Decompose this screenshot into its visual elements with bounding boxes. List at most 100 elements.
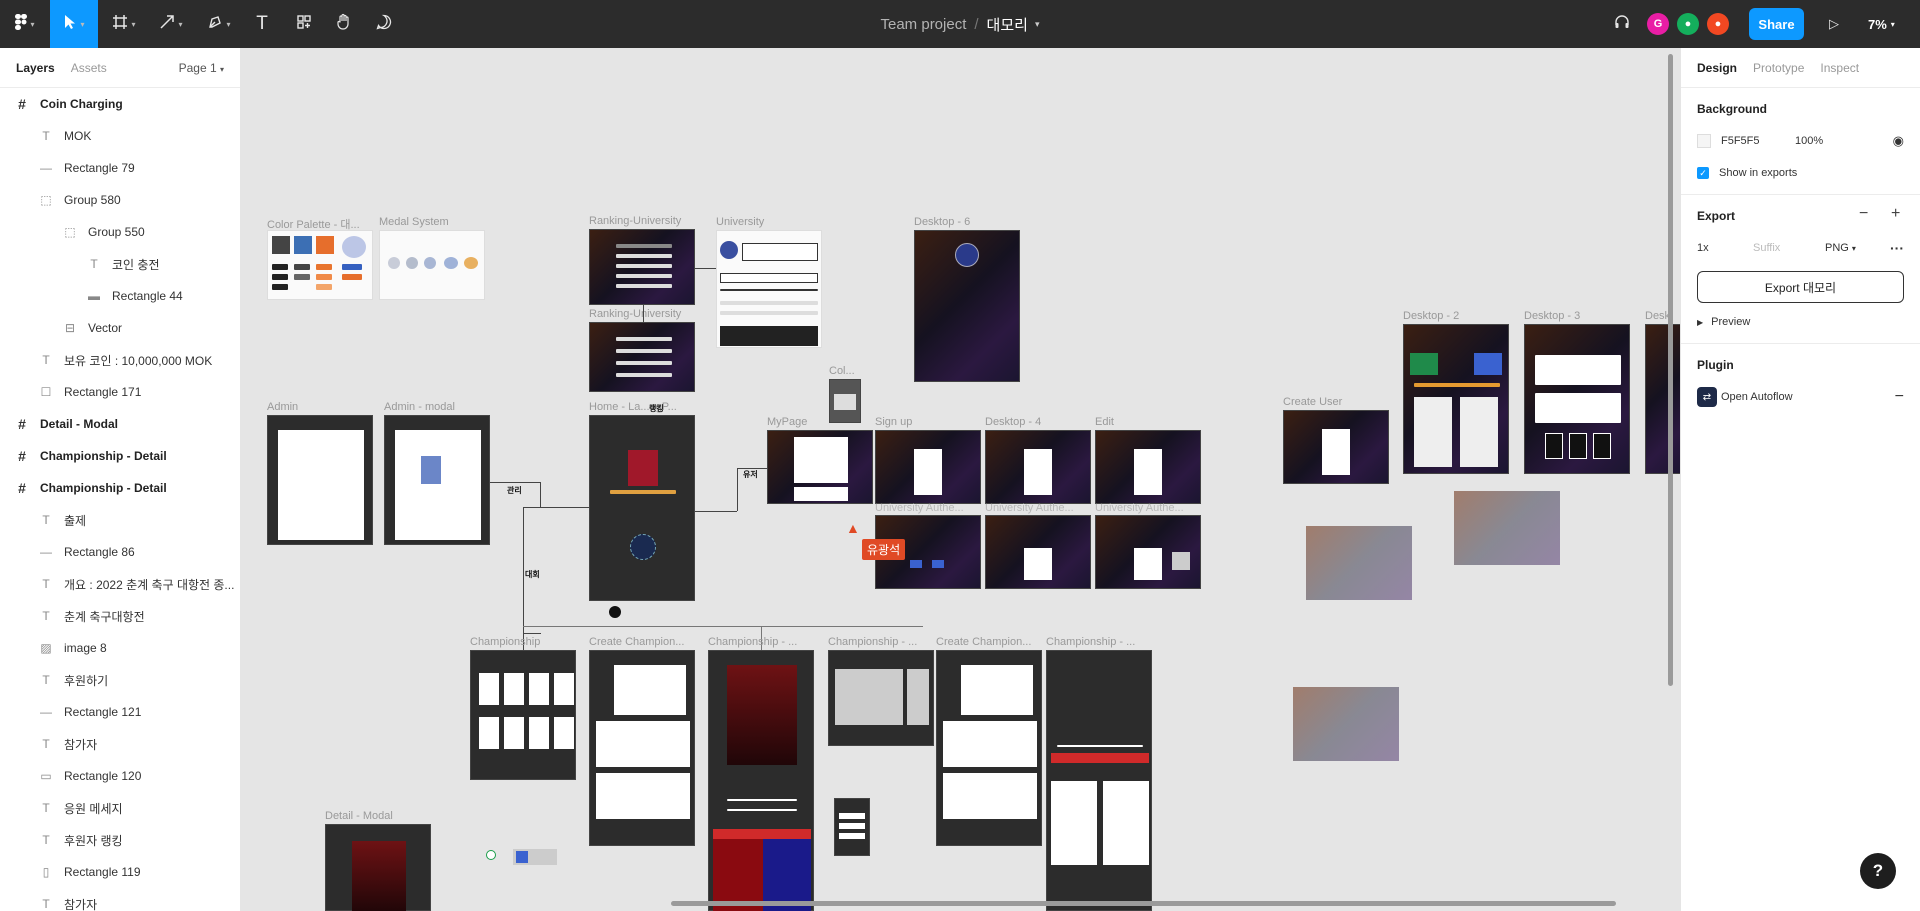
frame-label[interactable]: Medal System bbox=[379, 216, 449, 228]
frame-championship[interactable] bbox=[470, 650, 576, 780]
show-in-exports-checkbox[interactable]: ✓ bbox=[1697, 167, 1709, 179]
frame-ranking-university-2[interactable] bbox=[589, 322, 695, 392]
frame-home-landing[interactable] bbox=[589, 415, 695, 601]
layer-item[interactable]: T 참가자 bbox=[0, 728, 240, 760]
frame-tool-button[interactable]: ▾ bbox=[104, 0, 144, 48]
help-button[interactable]: ? bbox=[1860, 853, 1896, 889]
layer-item[interactable]: ▬ Rectangle 44 bbox=[0, 280, 240, 312]
frame-admin[interactable] bbox=[267, 415, 373, 545]
frame-ranking-university[interactable] bbox=[589, 229, 695, 305]
minus-icon[interactable]: − bbox=[1859, 205, 1868, 223]
frame-label[interactable]: Ranking-University bbox=[589, 215, 681, 227]
layer-item[interactable]: T 후원자 랭킹 bbox=[0, 824, 240, 856]
frame-university-auth-2[interactable] bbox=[985, 515, 1091, 589]
frame-desktop-partial[interactable] bbox=[1645, 324, 1680, 474]
pen-tool-button[interactable]: ▾ bbox=[198, 0, 240, 48]
resources-button[interactable] bbox=[292, 0, 316, 48]
comment-tool-button[interactable] bbox=[372, 0, 396, 48]
frame-label[interactable]: MyPage bbox=[767, 416, 807, 428]
frame-label[interactable]: Desktop - 6 bbox=[914, 216, 970, 228]
frame-label[interactable]: Create Champion... bbox=[936, 636, 1031, 648]
layer-frame-item[interactable]: # Championship - Detail bbox=[0, 472, 240, 504]
layer-frame-item[interactable]: # Coin Charging bbox=[0, 88, 240, 120]
frame-ghost-3[interactable] bbox=[1293, 687, 1399, 761]
frame-label[interactable]: Championship - ... bbox=[1046, 636, 1135, 648]
avatar[interactable]: ● bbox=[1707, 13, 1729, 35]
frame-label[interactable]: Championship bbox=[470, 636, 540, 648]
frame-label[interactable]: Desktop - 3 bbox=[1524, 310, 1580, 322]
frame-edit[interactable] bbox=[1095, 430, 1201, 504]
frame-label[interactable]: Championship - ... bbox=[828, 636, 917, 648]
frame-color-palette[interactable] bbox=[267, 230, 373, 300]
layer-item[interactable]: ☐ Rectangle 171 bbox=[0, 376, 240, 408]
export-scale-select[interactable]: 1x bbox=[1697, 242, 1753, 254]
page-selector[interactable]: Page 1 ▾ bbox=[179, 61, 224, 75]
frame-label[interactable]: Desktop - 2 bbox=[1403, 310, 1459, 322]
tab-layers[interactable]: Layers bbox=[16, 61, 55, 75]
more-options-icon[interactable]: ··· bbox=[1890, 240, 1904, 256]
frame-label[interactable]: Desktop - 4 bbox=[985, 416, 1041, 428]
minus-icon[interactable]: − bbox=[1895, 388, 1904, 406]
frame-label[interactable]: Create Champion... bbox=[589, 636, 684, 648]
frame-ghost-2[interactable] bbox=[1454, 491, 1560, 565]
eye-icon[interactable]: ◉ bbox=[1893, 133, 1904, 149]
frame-admin-modal[interactable] bbox=[384, 415, 490, 545]
frame-label[interactable]: Championship - ... bbox=[708, 636, 797, 648]
share-button[interactable]: Share bbox=[1749, 8, 1804, 40]
chevron-down-icon[interactable]: ▾ bbox=[1035, 19, 1040, 30]
present-button[interactable]: ▷ bbox=[1820, 0, 1848, 48]
project-name[interactable]: Team project bbox=[881, 16, 967, 33]
layer-item[interactable]: ⊟ Vector bbox=[0, 312, 240, 344]
canvas-horizontal-scrollbar[interactable] bbox=[671, 901, 1616, 906]
layer-frame-item[interactable]: # Championship - Detail bbox=[0, 440, 240, 472]
frame-label[interactable]: University Authe... bbox=[875, 502, 964, 514]
move-tool-button[interactable]: ▾ bbox=[50, 0, 98, 48]
frame-sign-up[interactable] bbox=[875, 430, 981, 504]
layer-item[interactable]: ▭ Rectangle 120 bbox=[0, 760, 240, 792]
plus-icon[interactable]: + bbox=[1891, 205, 1900, 223]
zoom-control[interactable]: 7% ▾ bbox=[1868, 0, 1895, 48]
layer-frame-item[interactable]: # Detail - Modal bbox=[0, 408, 240, 440]
frame-label[interactable]: Admin - modal bbox=[384, 401, 455, 413]
frame-university-auth-3[interactable] bbox=[1095, 515, 1201, 589]
layer-item[interactable]: T 후원하기 bbox=[0, 664, 240, 696]
tab-assets[interactable]: Assets bbox=[71, 61, 107, 75]
frame-desktop-3[interactable] bbox=[1524, 324, 1630, 474]
frame-label[interactable]: Detail - Modal bbox=[325, 810, 393, 822]
frame-university[interactable] bbox=[716, 230, 822, 348]
layer-item[interactable]: T 춘계 축구대항전 bbox=[0, 600, 240, 632]
frame-create-championship[interactable] bbox=[589, 650, 695, 846]
file-name[interactable]: 대모리 bbox=[987, 14, 1028, 35]
frame-championship-detail-2[interactable] bbox=[828, 650, 934, 746]
hand-tool-button[interactable] bbox=[332, 0, 356, 48]
frame-label[interactable]: Col... bbox=[829, 365, 855, 377]
background-opacity-input[interactable]: 100% bbox=[1795, 135, 1823, 147]
frame-label[interactable]: University Authe... bbox=[985, 502, 1074, 514]
layer-item[interactable]: — Rectangle 121 bbox=[0, 696, 240, 728]
chevron-right-icon[interactable]: ▶ bbox=[1697, 318, 1703, 327]
frame-create-championship-2[interactable] bbox=[936, 650, 1042, 846]
tab-design[interactable]: Design bbox=[1697, 61, 1737, 75]
shape-tool-button[interactable]: ▾ bbox=[150, 0, 192, 48]
layer-item[interactable]: ⬚ Group 550 bbox=[0, 216, 240, 248]
export-format-select[interactable]: PNG ▾ bbox=[1825, 242, 1856, 254]
frame-label[interactable]: Edit bbox=[1095, 416, 1114, 428]
tab-inspect[interactable]: Inspect bbox=[1820, 61, 1859, 75]
frame-small-modal[interactable] bbox=[834, 798, 870, 856]
avatar[interactable]: G bbox=[1647, 13, 1669, 35]
frame-medal-system[interactable] bbox=[379, 230, 485, 300]
layer-item[interactable]: — Rectangle 79 bbox=[0, 152, 240, 184]
background-hex-input[interactable]: F5F5F5 bbox=[1721, 135, 1795, 147]
export-suffix-input[interactable]: Suffix bbox=[1753, 242, 1825, 254]
layer-item[interactable]: T 출제 bbox=[0, 504, 240, 536]
frame-label[interactable]: University Authe... bbox=[1095, 502, 1184, 514]
frame-coin-charging[interactable] bbox=[829, 379, 861, 423]
frame-detail-modal[interactable] bbox=[325, 824, 431, 911]
layer-item[interactable]: T 개요 : 2022 춘계 축구 대항전 종... bbox=[0, 568, 240, 600]
main-menu-button[interactable]: ▾ bbox=[6, 0, 44, 48]
layer-item[interactable]: T 참가자 bbox=[0, 888, 240, 911]
audio-button[interactable] bbox=[1610, 0, 1634, 48]
layer-item[interactable]: T 보유 코인 : 10,000,000 MOK bbox=[0, 344, 240, 376]
plugin-name[interactable]: Open Autoflow bbox=[1721, 391, 1793, 403]
layer-item[interactable]: ⬚ Group 580 bbox=[0, 184, 240, 216]
